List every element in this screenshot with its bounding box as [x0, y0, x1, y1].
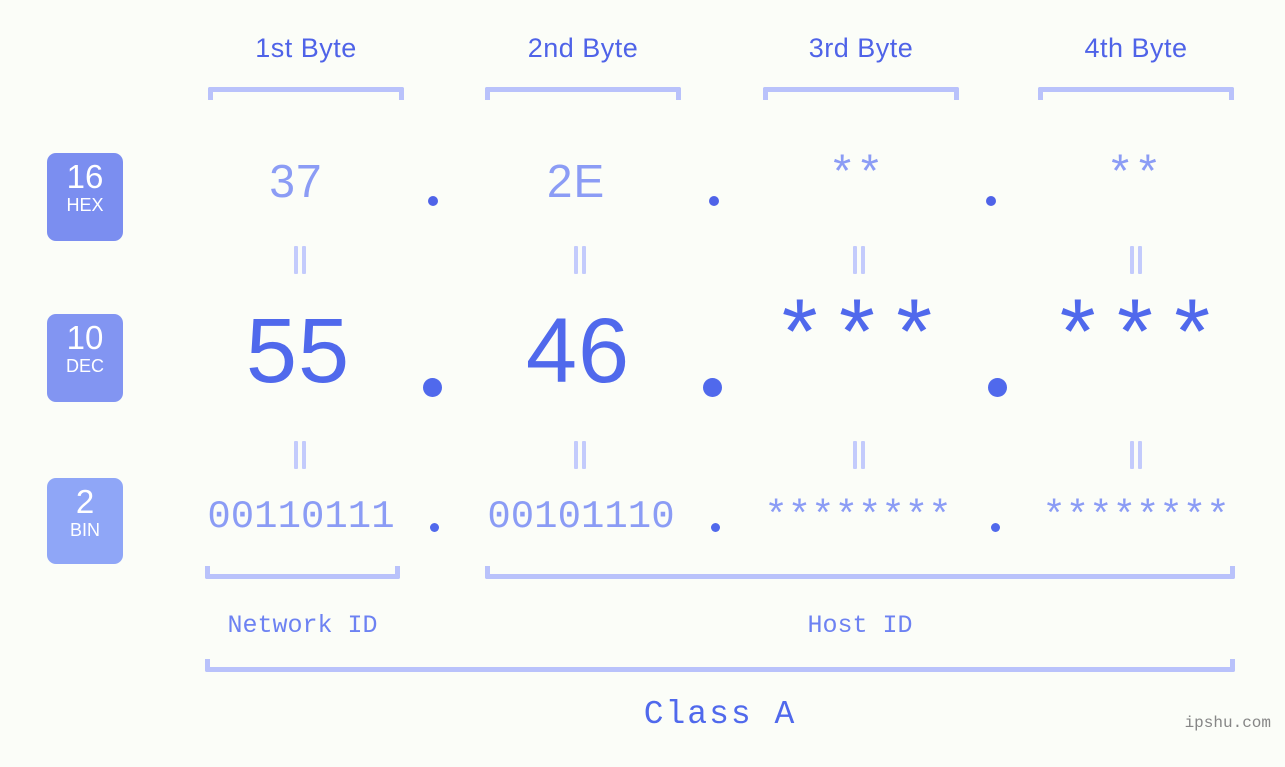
hex-value-byte-1: 37: [269, 155, 323, 207]
hex-value-byte-2: 2E: [546, 155, 606, 207]
byte-bracket-2: [485, 87, 681, 100]
bin-separator-dot-1: [430, 523, 439, 532]
equals-icon-dec-bin-2: [571, 441, 589, 469]
address-class-bracket: [205, 659, 1235, 672]
bin-separator-dot-2: [711, 523, 720, 532]
dec-separator-dot-3: [988, 378, 1007, 397]
base-badge-hex: 16 HEX: [47, 153, 123, 241]
dec-value-byte-3: ***: [772, 289, 944, 394]
dec-value-byte-2: 46: [525, 300, 631, 402]
hex-separator-dot-2: [709, 196, 719, 206]
base-badge-bin: 2 BIN: [47, 478, 123, 564]
dec-value-byte-1: 55: [245, 300, 351, 402]
equals-icon-dec-bin-1: [291, 441, 309, 469]
address-class-label: Class A: [643, 696, 797, 733]
equals-icon-hex-dec-2: [571, 246, 589, 274]
base-badge-bin-name: BIN: [69, 520, 100, 540]
host-id-bracket: [485, 566, 1235, 579]
ip-byte-diagram: 1st Byte 2nd Byte 3rd Byte 4th Byte 16 H…: [0, 0, 1285, 767]
byte-header-label-1: 1st Byte: [255, 33, 357, 63]
host-id-label: Host ID: [807, 611, 913, 640]
hex-separator-dot-3: [986, 196, 996, 206]
equals-icon-hex-dec-3: [850, 246, 868, 274]
equals-icon-hex-dec-4: [1127, 246, 1145, 274]
byte-header-label-2: 2nd Byte: [527, 33, 639, 63]
bin-value-byte-4: ********: [1042, 495, 1230, 539]
bin-value-byte-1: 00110111: [207, 495, 395, 539]
byte-header-label-3: 3rd Byte: [808, 33, 914, 63]
bin-value-byte-2: 00101110: [487, 495, 675, 539]
network-id-bracket: [205, 566, 400, 579]
base-badge-hex-name: HEX: [66, 195, 104, 215]
dec-separator-dot-2: [703, 378, 722, 397]
byte-bracket-1: [208, 87, 404, 100]
bin-value-byte-3: ********: [764, 495, 952, 539]
base-badge-dec-number: 10: [66, 319, 104, 356]
bin-separator-dot-3: [991, 523, 1000, 532]
base-badge-dec: 10 DEC: [47, 314, 123, 402]
hex-value-byte-3: **: [828, 150, 884, 202]
site-watermark: ipshu.com: [1184, 714, 1271, 732]
dec-separator-dot-1: [423, 378, 442, 397]
dec-value-byte-4: ***: [1050, 289, 1222, 394]
base-badge-bin-number: 2: [75, 483, 95, 520]
base-badge-dec-name: DEC: [65, 356, 104, 376]
hex-value-byte-4: **: [1106, 150, 1162, 202]
equals-icon-hex-dec-1: [291, 246, 309, 274]
byte-bracket-4: [1038, 87, 1234, 100]
equals-icon-dec-bin-4: [1127, 441, 1145, 469]
byte-header-label-4: 4th Byte: [1084, 33, 1188, 63]
equals-icon-dec-bin-3: [850, 441, 868, 469]
byte-bracket-3: [763, 87, 959, 100]
hex-separator-dot-1: [428, 196, 438, 206]
network-id-label: Network ID: [227, 611, 378, 640]
base-badge-hex-number: 16: [66, 158, 104, 195]
